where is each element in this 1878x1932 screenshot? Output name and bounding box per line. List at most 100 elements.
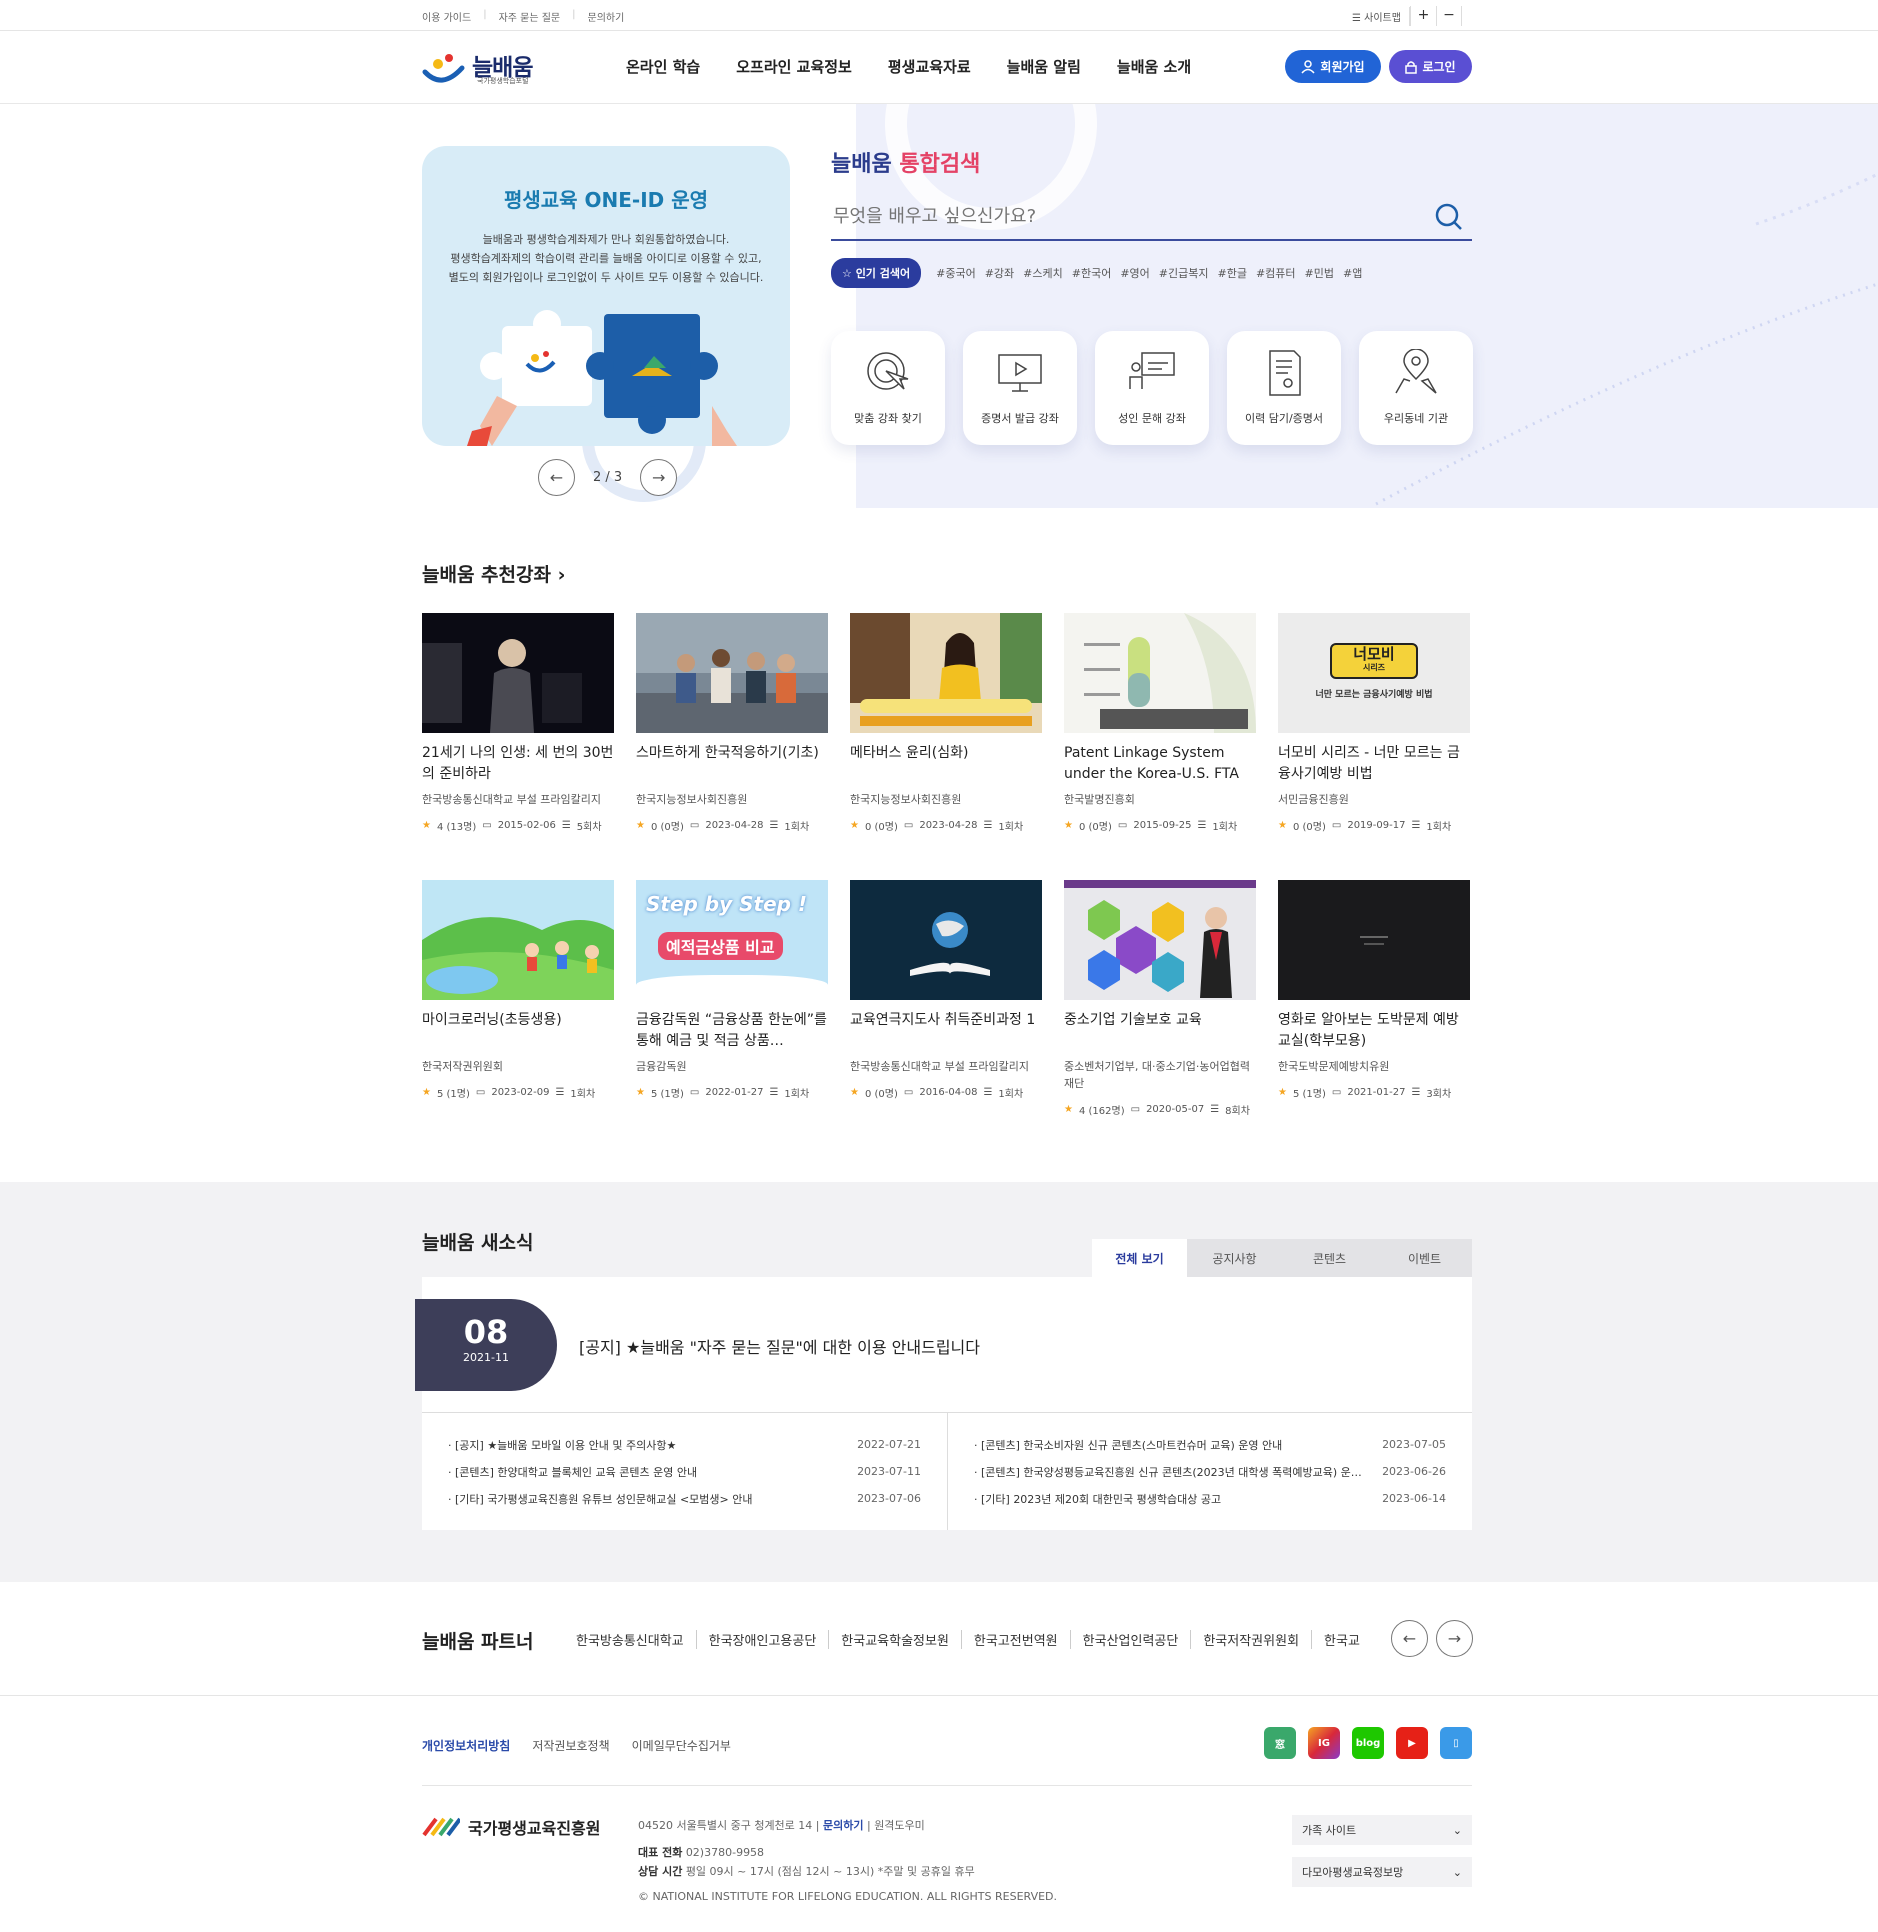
login-button[interactable]: 로그인 <box>1389 50 1472 83</box>
search-input[interactable] <box>833 201 1393 231</box>
lecture-icon <box>1129 352 1175 389</box>
user-icon <box>1301 59 1315 74</box>
partner-item[interactable]: 한국저작권위원회 <box>1191 1630 1313 1649</box>
keyword-tag[interactable]: #컴퓨터 <box>1256 265 1296 281</box>
remote-help-link[interactable]: 원격도우미 <box>874 1819 925 1832</box>
email-refusal-link[interactable]: 이메일무단수집거부 <box>632 1737 731 1754</box>
faq-link[interactable]: 자주 묻는 질문 <box>499 9 561 24</box>
course-card[interactable]: 메타버스 윤리(심화) 한국지능정보사회진흥원 ★ 0 (0명) ▭ 2023-04-… <box>850 613 1042 833</box>
partner-next-button[interactable]: → <box>1436 1620 1473 1657</box>
quick-history-certificate[interactable]: 이력 담기/증명서 <box>1227 331 1341 445</box>
course-rating: 0 (0명) <box>864 1089 898 1100</box>
guide-link[interactable]: 이용 가이드 <box>422 9 471 24</box>
nav-offline-info[interactable]: 오프라인 교육정보 <box>736 56 852 77</box>
course-org: 한국지능정보사회진흥원 <box>850 793 962 806</box>
partner-item[interactable]: 한국고전번역원 <box>962 1630 1071 1649</box>
youtube-icon[interactable]: ▶ <box>1396 1727 1428 1759</box>
arrow-left-icon: ← <box>1402 1629 1417 1648</box>
prev-button[interactable]: ← <box>538 459 575 496</box>
keyword-tag[interactable]: #강좌 <box>985 265 1014 281</box>
quick-label: 증명서 발급 강좌 <box>981 412 1059 425</box>
course-org: 한국지능정보사회진흥원 <box>636 793 748 806</box>
recommend-title[interactable]: 늘배움 추천강좌 › <box>422 560 565 587</box>
keyword-tag[interactable]: #스케치 <box>1023 265 1063 281</box>
course-card[interactable]: 너모비 시리즈 너만 모르는 금융사기예방 비법 너모비 시리즈 - 너만 모르… <box>1278 613 1470 833</box>
nav-online-learning[interactable]: 온라인 학습 <box>626 56 700 77</box>
partner-item[interactable]: 한국산업인력공단 <box>1071 1630 1192 1649</box>
zoom-in-button[interactable]: + <box>1409 6 1436 26</box>
window-icon[interactable]: 窓 <box>1264 1727 1296 1759</box>
mobile-app-icon[interactable]: ▯ <box>1440 1727 1472 1759</box>
tab-notice[interactable]: 공지사항 <box>1187 1239 1282 1277</box>
partner-item[interactable]: 한국방송통신대학교 <box>564 1630 697 1649</box>
course-card[interactable]: 영화로 알아보는 도박문제 예방교실(학부모용) 한국도박문제예방치유원 ★ 5 … <box>1278 880 1470 1117</box>
badge-day: 08 <box>463 1313 509 1351</box>
course-org: 한국저작권위원회 <box>422 1060 503 1073</box>
keyword-tag[interactable]: #영어 <box>1120 265 1149 281</box>
news-item[interactable]: · [콘텐츠] 한국소비자원 신규 콘텐츠(스마트컨슈머 교육) 운영 안내 20… <box>974 1431 1446 1458</box>
news-item[interactable]: · [기타] 2023년 제20회 대한민국 평생학습대상 공고 2023-06-… <box>974 1485 1446 1512</box>
sitemap-link[interactable]: ☰ 사이트맵 <box>1344 6 1410 26</box>
news-item[interactable]: · [기타] 국가평생교육진흥원 유튜브 성인문해교실 <모범생> 안내 2023… <box>448 1485 921 1512</box>
partner-item[interactable]: 한국교 <box>1312 1630 1372 1649</box>
partner-item[interactable]: 한국교육학술정보원 <box>829 1630 962 1649</box>
keyword-tag[interactable]: #한글 <box>1218 265 1247 281</box>
star-icon: ★ <box>636 820 645 831</box>
quick-local-institution[interactable]: 우리동네 기관 <box>1359 331 1473 445</box>
blog-icon[interactable]: blog <box>1352 1727 1384 1759</box>
news-headline[interactable]: [공지] ★늘배움 "자주 묻는 질문"에 대한 이용 안내드립니다 <box>579 1334 980 1358</box>
keyword-tag[interactable]: #민법 <box>1305 265 1334 281</box>
family-site-select[interactable]: 가족 사이트 ⌄ <box>1292 1815 1472 1845</box>
contact-link[interactable]: 문의하기 <box>823 1819 863 1832</box>
quick-custom-course[interactable]: 맞춤 강좌 찾기 <box>831 331 945 445</box>
chevron-down-icon: ⌄ <box>1452 1823 1462 1837</box>
lecture-stage-image <box>422 639 582 733</box>
course-meta: ★ 5 (1명) ▭ 2022-01-27 ☰ 1회차 <box>636 1085 828 1100</box>
course-card[interactable]: 중소기업 기술보호 교육 중소벤처기업부, 대·중소기업·농어업협력재단 ★ 4 … <box>1064 880 1256 1117</box>
keyword-tag[interactable]: #긴급복지 <box>1159 265 1209 281</box>
news-item[interactable]: · [공지] ★늘배움 모바일 이용 안내 및 주의사항★ 2022-07-21 <box>448 1431 921 1458</box>
promo-banner[interactable]: 평생교육 ONE-ID 운영 늘배움과 평생학습계좌제가 만나 회원통합하였습니… <box>422 146 790 446</box>
zoom-out-button[interactable]: − <box>1435 6 1462 26</box>
course-card[interactable]: Patent Linkage System under the Korea-U.… <box>1064 613 1256 833</box>
video-screen-icon <box>998 354 1042 392</box>
course-card[interactable]: 교육연극지도사 취득준비과정 1 한국방송통신대학교 부설 프라임칼리지 ★ 0 … <box>850 880 1042 1117</box>
course-card[interactable]: 21세기 나의 인생: 세 번의 30번의 준비하라 한국방송통신대학교 부설 … <box>422 613 614 833</box>
partner-item[interactable]: 한국장애인고용공단 <box>697 1630 830 1649</box>
calendar-icon: ▭ <box>903 1087 914 1098</box>
nav-about[interactable]: 늘배움 소개 <box>1117 56 1191 77</box>
header: 늘배움 국가평생학습포털 온라인 학습 오프라인 교육정보 평생교육자료 늘배움… <box>0 31 1878 104</box>
site-logo[interactable]: 늘배움 국가평생학습포털 <box>422 48 542 88</box>
course-date: 2023-04-28 <box>919 820 978 831</box>
join-button[interactable]: 회원가입 <box>1285 50 1381 83</box>
course-date: 2022-01-27 <box>705 1087 764 1098</box>
nav-materials[interactable]: 평생교육자료 <box>888 56 971 77</box>
keyword-tag[interactable]: #한국어 <box>1072 265 1112 281</box>
course-title: 중소기업 기술보호 교육 <box>1064 1012 1202 1028</box>
inquiry-link[interactable]: 문의하기 <box>588 9 625 24</box>
quick-certificate-course[interactable]: 증명서 발급 강좌 <box>963 331 1077 445</box>
calendar-icon: ▭ <box>475 1087 486 1098</box>
tab-all[interactable]: 전체 보기 <box>1092 1239 1187 1277</box>
course-thumbnail <box>850 880 1042 1000</box>
partner-prev-button[interactable]: ← <box>1391 1620 1428 1657</box>
course-card[interactable]: 스마트하게 한국적응하기(기초) 한국지능정보사회진흥원 ★ 0 (0명) ▭ 202… <box>636 613 828 833</box>
course-card[interactable]: Step by Step ! 예적금상품 비교 금융감독원 “금융상품 한눈에”… <box>636 880 828 1117</box>
quick-literacy-course[interactable]: 성인 문해 강좌 <box>1095 331 1209 445</box>
damoa-select[interactable]: 다모아평생교육정보망 ⌄ <box>1292 1857 1472 1887</box>
instagram-icon[interactable]: IG <box>1308 1727 1340 1759</box>
next-button[interactable]: → <box>640 459 678 496</box>
news-item[interactable]: · [콘텐츠] 한양대학교 블록체인 교육 콘텐츠 운영 안내 2023-07-1… <box>448 1458 921 1485</box>
keyword-tag[interactable]: #앱 <box>1343 265 1362 281</box>
search-icon[interactable] <box>1434 202 1464 232</box>
privacy-link[interactable]: 개인정보처리방침 <box>422 1737 510 1754</box>
tab-content[interactable]: 콘텐츠 <box>1282 1239 1377 1277</box>
copyright-policy-link[interactable]: 저작권보호정책 <box>532 1737 609 1754</box>
news-item-date: 2023-06-26 <box>1382 1465 1446 1478</box>
tab-event[interactable]: 이벤트 <box>1377 1239 1472 1277</box>
news-item[interactable]: · [콘텐츠] 한국양성평등교육진흥원 신규 콘텐츠(2023년 대학생 폭력예… <box>974 1458 1446 1485</box>
nav-notice[interactable]: 늘배움 알림 <box>1007 56 1081 77</box>
course-card[interactable]: 마이크로러닝(초등생용) 한국저작권위원회 ★ 5 (1명) ▭ 2023-02-09… <box>422 880 614 1117</box>
keyword-tag[interactable]: #중국어 <box>936 265 976 281</box>
course-date: 2015-09-25 <box>1133 820 1192 831</box>
